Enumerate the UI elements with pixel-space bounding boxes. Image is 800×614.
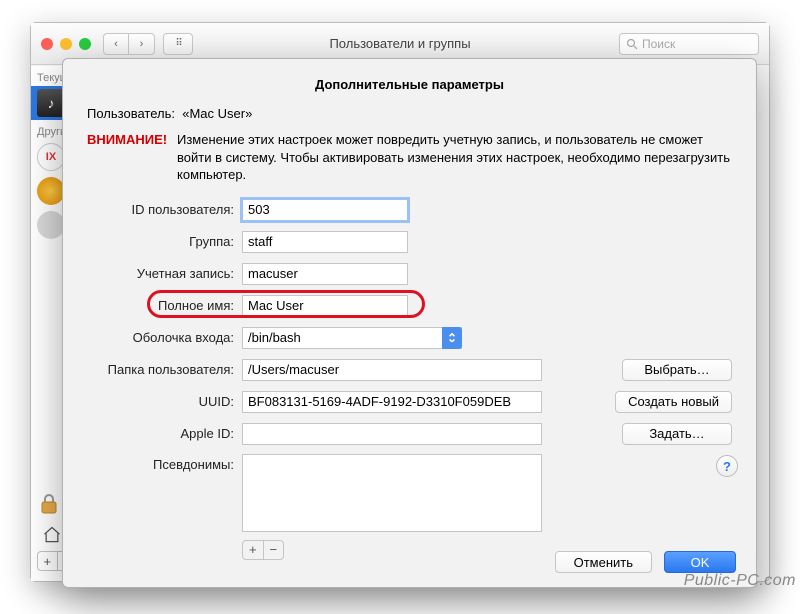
group-label: Группа:: [87, 234, 242, 249]
create-new-button[interactable]: Создать новый: [615, 391, 732, 413]
nav-segment: ‹ ›: [103, 33, 155, 55]
ok-button[interactable]: OK: [664, 551, 736, 573]
account-field[interactable]: [242, 263, 408, 285]
alias-remove-button[interactable]: −: [264, 541, 284, 559]
nav-back-button[interactable]: ‹: [103, 33, 129, 55]
uuid-label: UUID:: [87, 394, 242, 409]
user-id-label: ID пользователя:: [87, 202, 242, 217]
search-input[interactable]: Поиск: [619, 33, 759, 55]
add-user-button[interactable]: +: [38, 552, 58, 570]
lock-button[interactable]: [39, 492, 59, 519]
cancel-button[interactable]: Отменить: [555, 551, 652, 573]
chevron-down-icon: [442, 327, 462, 349]
user-avatar-icon: ♪: [37, 89, 65, 117]
maximize-icon[interactable]: [79, 38, 91, 50]
appleid-field[interactable]: [242, 423, 542, 445]
choose-button[interactable]: Выбрать…: [622, 359, 732, 381]
close-icon[interactable]: [41, 38, 53, 50]
account-label: Учетная запись:: [87, 266, 242, 281]
warning-label: ВНИМАНИЕ!: [87, 131, 177, 184]
home-icon[interactable]: [41, 525, 63, 545]
home-dir-field[interactable]: [242, 359, 542, 381]
shell-label: Оболочка входа:: [87, 330, 242, 345]
fullname-label: Полное имя:: [87, 298, 242, 313]
group-field[interactable]: [242, 231, 408, 253]
show-all-button[interactable]: ⠿: [163, 33, 193, 55]
user-line: Пользователь: «Mac User»: [87, 106, 732, 121]
user-avatar-icon: IX: [37, 143, 65, 171]
traffic-lights: [41, 38, 91, 50]
home-dir-label: Папка пользователя:: [87, 362, 242, 377]
aliases-list[interactable]: [242, 454, 542, 532]
search-icon: [626, 38, 638, 50]
shell-select[interactable]: [242, 327, 462, 349]
search-placeholder: Поиск: [642, 37, 675, 51]
alias-add-button[interactable]: +: [243, 541, 264, 559]
minimize-icon[interactable]: [60, 38, 72, 50]
set-button[interactable]: Задать…: [622, 423, 732, 445]
help-button[interactable]: ?: [716, 455, 738, 477]
alias-add-remove: + −: [242, 540, 284, 560]
sheet-title: Дополнительные параметры: [87, 77, 732, 92]
nav-forward-button[interactable]: ›: [129, 33, 155, 55]
user-avatar-icon: [37, 211, 65, 239]
watermark: Public-PC.com: [684, 572, 796, 590]
aliases-label: Псевдонимы:: [87, 454, 242, 472]
user-id-field[interactable]: [242, 199, 408, 221]
advanced-options-sheet: Дополнительные параметры Пользователь: «…: [62, 58, 757, 588]
warning-text: ВНИМАНИЕ! Изменение этих настроек может …: [87, 131, 732, 184]
user-avatar-icon: [37, 177, 65, 205]
uuid-field[interactable]: [242, 391, 542, 413]
appleid-label: Apple ID:: [87, 426, 242, 441]
fullname-field[interactable]: [242, 295, 408, 317]
